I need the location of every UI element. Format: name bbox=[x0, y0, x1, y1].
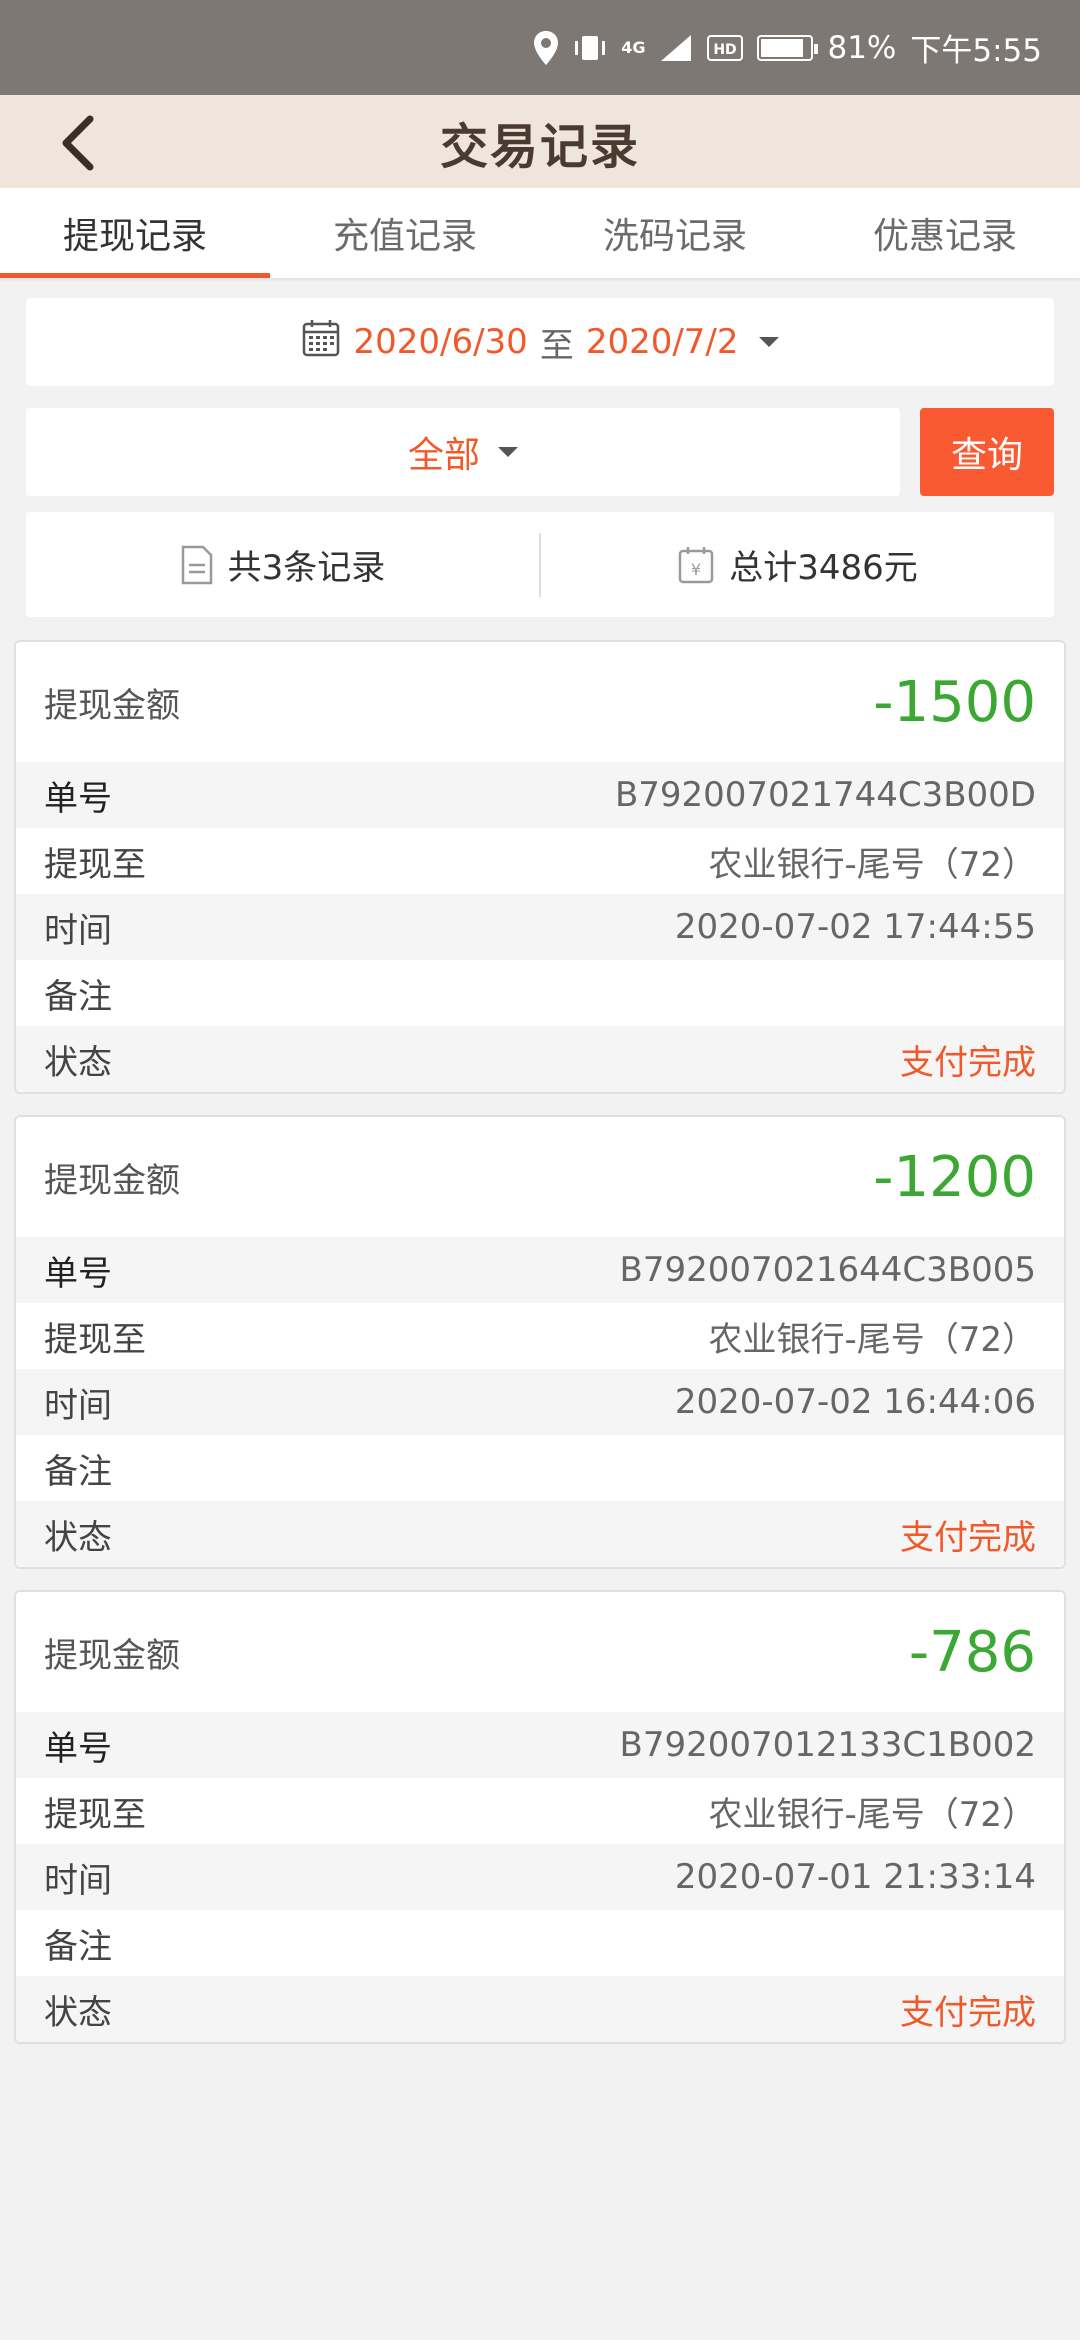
tab-promotion-records[interactable]: 优惠记录 bbox=[810, 188, 1080, 278]
tab-recharge-records[interactable]: 充值记录 bbox=[270, 188, 540, 278]
record-count-text: 共3条记录 bbox=[227, 548, 386, 588]
amount-label: 提现金额 bbox=[44, 1635, 180, 1676]
chevron-down-icon bbox=[498, 447, 518, 457]
order-number-row: 单号 B792007021744C3B00D bbox=[16, 762, 1064, 828]
battery-icon bbox=[757, 34, 819, 61]
type-filter-value: 全部 bbox=[407, 435, 480, 476]
row-label: 时间 bbox=[44, 910, 112, 951]
location-icon bbox=[533, 30, 559, 65]
order-number-row: 单号 B792007021644C3B005 bbox=[16, 1237, 1064, 1303]
row-label: 提现至 bbox=[44, 844, 146, 885]
row-label: 状态 bbox=[44, 1992, 112, 2033]
row-value: 农业银行-尾号（72） bbox=[708, 1794, 1036, 1835]
row-value: 2020-07-01 21:33:14 bbox=[674, 1857, 1036, 1897]
row-label: 单号 bbox=[44, 778, 112, 819]
amount-value: -786 bbox=[908, 1619, 1036, 1685]
hd-icon: HD bbox=[707, 34, 744, 62]
app-header: 交易记录 bbox=[0, 95, 1080, 188]
clock: 下午5:55 bbox=[910, 33, 1042, 69]
status-row: 状态 支付完成 bbox=[16, 1501, 1064, 1567]
tab-rebate-records[interactable]: 洗码记录 bbox=[540, 188, 810, 278]
row-label: 时间 bbox=[44, 1385, 112, 1426]
back-button[interactable] bbox=[48, 113, 108, 173]
status-value: 支付完成 bbox=[900, 1517, 1036, 1558]
start-date[interactable]: 2020/6/30 bbox=[353, 322, 527, 362]
row-label: 备注 bbox=[44, 1451, 112, 1492]
remark-row: 备注 bbox=[16, 1910, 1064, 1976]
withdraw-to-row: 提现至 农业银行-尾号（72） bbox=[16, 828, 1064, 894]
tab-bar: 提现记录 充值记录 洗码记录 优惠记录 bbox=[0, 188, 1080, 278]
query-button[interactable]: 查询 bbox=[920, 408, 1054, 496]
time-row: 时间 2020-07-02 16:44:06 bbox=[16, 1369, 1064, 1435]
card-header: 提现金额 -1500 bbox=[16, 642, 1064, 762]
remark-row: 备注 bbox=[16, 960, 1064, 1026]
type-filter-dropdown[interactable]: 全部 bbox=[26, 408, 900, 496]
status-row: 状态 支付完成 bbox=[16, 1976, 1064, 2042]
svg-text:¥: ¥ bbox=[691, 560, 701, 579]
row-value: B792007021744C3B00D bbox=[614, 775, 1036, 815]
withdraw-to-row: 提现至 农业银行-尾号（72） bbox=[16, 1778, 1064, 1844]
row-value: B792007021644C3B005 bbox=[619, 1250, 1037, 1290]
row-label: 状态 bbox=[44, 1517, 112, 1558]
row-label: 提现至 bbox=[44, 1794, 146, 1835]
amount-label: 提现金额 bbox=[44, 1160, 180, 1201]
svg-text:HD: HD bbox=[714, 42, 737, 58]
withdraw-to-row: 提现至 农业银行-尾号（72） bbox=[16, 1303, 1064, 1369]
amount-label: 提现金额 bbox=[44, 685, 180, 726]
total-amount: ¥ 总计3486元 bbox=[541, 540, 1054, 589]
card-header: 提现金额 -786 bbox=[16, 1592, 1064, 1712]
card-header: 提现金额 -1200 bbox=[16, 1117, 1064, 1237]
record-card: 提现金额 -1200 单号 B792007021644C3B005 提现至 农业银行… bbox=[14, 1115, 1066, 1569]
row-value: 农业银行-尾号（72） bbox=[708, 1319, 1036, 1360]
document-icon bbox=[181, 545, 212, 584]
row-label: 状态 bbox=[44, 1042, 112, 1083]
row-label: 提现至 bbox=[44, 1319, 146, 1360]
battery-percent: 81% bbox=[827, 29, 897, 66]
row-label: 单号 bbox=[44, 1728, 112, 1769]
status-bar: 4G HD 81% 下午5:55 bbox=[0, 0, 1080, 95]
record-card: 提现金额 -1500 单号 B792007021744C3B00D 提现至 农业银行… bbox=[14, 640, 1066, 1094]
total-amount-text: 总计3486元 bbox=[729, 548, 918, 588]
network-type-icon: 4G bbox=[621, 38, 646, 57]
summary-bar: 共3条记录 ¥ 总计3486元 bbox=[26, 512, 1054, 617]
amount-value: -1200 bbox=[873, 1144, 1036, 1210]
row-label: 时间 bbox=[44, 1860, 112, 1901]
status-value: 支付完成 bbox=[900, 1992, 1036, 2033]
time-row: 时间 2020-07-02 17:44:55 bbox=[16, 894, 1064, 960]
vibrate-icon bbox=[573, 33, 607, 63]
row-value: 农业银行-尾号（72） bbox=[708, 844, 1036, 885]
row-value: 2020-07-02 17:44:55 bbox=[674, 907, 1036, 947]
row-value: B792007012133C1B002 bbox=[619, 1725, 1037, 1765]
page-title: 交易记录 bbox=[439, 118, 640, 175]
row-label: 单号 bbox=[44, 1253, 112, 1294]
record-card: 提现金额 -786 单号 B792007012133C1B002 提现至 农业银行-… bbox=[14, 1590, 1066, 2044]
time-row: 时间 2020-07-01 21:33:14 bbox=[16, 1844, 1064, 1910]
row-value: 2020-07-02 16:44:06 bbox=[674, 1382, 1036, 1422]
signal-icon bbox=[659, 33, 693, 63]
date-separator: 至 bbox=[539, 325, 574, 366]
calendar-icon bbox=[301, 318, 341, 367]
order-number-row: 单号 B792007012133C1B002 bbox=[16, 1712, 1064, 1778]
end-date[interactable]: 2020/7/2 bbox=[586, 322, 739, 362]
chevron-left-icon bbox=[62, 115, 94, 171]
tab-withdraw-records[interactable]: 提现记录 bbox=[0, 188, 270, 278]
status-row: 状态 支付完成 bbox=[16, 1026, 1064, 1092]
row-label: 备注 bbox=[44, 976, 112, 1017]
remark-row: 备注 bbox=[16, 1435, 1064, 1501]
record-count: 共3条记录 bbox=[26, 540, 539, 589]
chevron-down-icon bbox=[758, 337, 779, 347]
row-label: 备注 bbox=[44, 1926, 112, 1967]
yuan-calendar-icon: ¥ bbox=[678, 546, 714, 583]
status-value: 支付完成 bbox=[900, 1042, 1036, 1083]
amount-value: -1500 bbox=[873, 669, 1036, 735]
date-range-picker[interactable]: 2020/6/30 至 2020/7/2 bbox=[26, 298, 1054, 386]
